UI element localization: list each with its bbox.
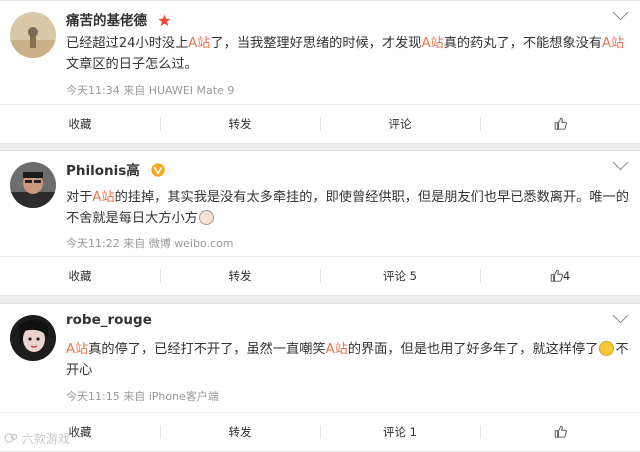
hashtag-link[interactable]: A站 [188, 36, 210, 51]
comment-button[interactable]: 评论 5 [320, 257, 480, 295]
post-meta: 今天11:15 来自 iPhone客户端 [66, 390, 219, 403]
post-content: 对于A站的挂掉，其实我是没有太多牵挂的，即使曾经供职，但是朋友们也早已悉数离开。… [66, 190, 629, 226]
username[interactable]: robe_rouge [66, 312, 152, 328]
username[interactable]: 痛苦的基佬德 [66, 9, 171, 31]
like-button[interactable]: 4 [480, 257, 640, 295]
hashtag-link[interactable]: A站 [422, 36, 444, 51]
post-meta: 今天11:22 来自 微博 weibo.com [66, 237, 234, 250]
post-content: A站真的停了，已经打不开了，虽然一直嘲笑A站的界面，但是也用了好多年了，就这样停… [66, 341, 629, 378]
divider [160, 269, 161, 283]
yellow-v-icon [150, 163, 165, 181]
chevron-down-icon[interactable] [612, 154, 629, 171]
avatar[interactable] [10, 12, 56, 58]
like-button[interactable] [480, 413, 640, 451]
like-button[interactable] [480, 105, 640, 143]
divider [160, 425, 161, 439]
sad-face-icon [599, 341, 615, 356]
repost-button[interactable]: 转发 [160, 105, 320, 143]
thumbs-up-icon [554, 117, 567, 131]
thumbs-up-icon [554, 425, 567, 439]
emoji-girl-icon [198, 210, 214, 225]
repost-button[interactable]: 转发 [160, 413, 320, 451]
post-card: 痛苦的基佬德 已经超过24小时没上A站了，当我整理好思绪的时候，才发现A站真的药… [0, 0, 640, 144]
avatar[interactable] [10, 162, 56, 208]
thumbs-up-icon [550, 269, 563, 283]
divider [480, 117, 481, 131]
divider [160, 117, 161, 131]
hashtag-link[interactable]: A站 [66, 342, 88, 357]
hashtag-link[interactable]: A站 [602, 36, 624, 51]
post-card: Philonis高 对于A站的挂掉，其实我是没有太多牵挂的，即使曾经供职，但是朋… [0, 150, 640, 296]
post-card: robe_rouge A站真的停了，已经打不开了，虽然一直嘲笑A站的界面，但是也… [0, 303, 640, 452]
comment-button[interactable]: 评论 1 [320, 413, 480, 451]
avatar[interactable] [10, 315, 56, 361]
action-bar: 收藏 转发 评论 [0, 104, 640, 143]
red-star-icon [158, 14, 171, 31]
post-meta: 今天11:34 来自 HUAWEI Mate 9 [66, 84, 235, 97]
favorite-button[interactable]: 收藏 [0, 257, 160, 295]
divider [320, 117, 321, 131]
chevron-down-icon[interactable] [612, 307, 629, 324]
username[interactable]: Philonis高 [66, 159, 165, 181]
hashtag-link[interactable]: A站 [326, 342, 348, 357]
divider [480, 425, 481, 439]
divider [320, 269, 321, 283]
post-content: 已经超过24小时没上A站了，当我整理好思绪的时候，才发现A站真的药丸了，不能想象… [66, 36, 625, 72]
hashtag-link[interactable]: A站 [92, 190, 114, 205]
action-bar: 收藏 转发 评论 1 [0, 412, 640, 451]
repost-button[interactable]: 转发 [160, 257, 320, 295]
comment-button[interactable]: 评论 [320, 105, 480, 143]
action-bar: 收藏 转发 评论 5 4 [0, 256, 640, 295]
watermark-logo-icon [4, 432, 22, 446]
favorite-button[interactable]: 收藏 [0, 105, 160, 143]
divider [480, 269, 481, 283]
watermark: 六款游戏 [4, 430, 70, 447]
divider [320, 425, 321, 439]
chevron-down-icon[interactable] [612, 4, 629, 21]
